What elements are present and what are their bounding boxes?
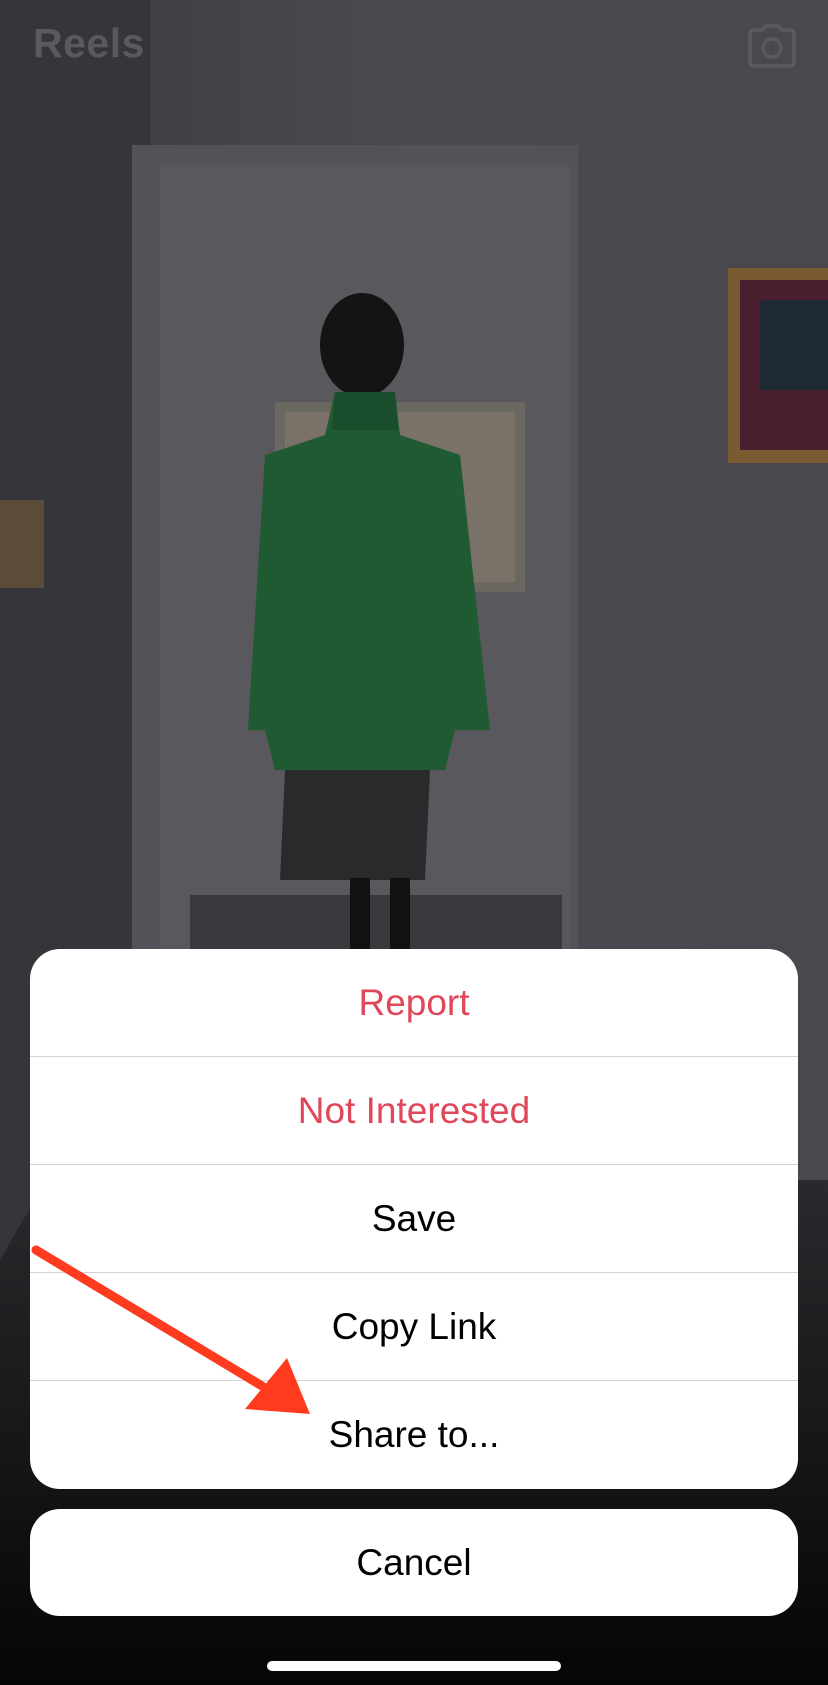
home-indicator[interactable] <box>267 1661 561 1671</box>
copy-link-button[interactable]: Copy Link <box>30 1273 798 1381</box>
page-title: Reels <box>33 20 145 66</box>
reels-screen: Reels Report Not Interested Save Copy Li… <box>0 0 828 1685</box>
reels-header: Reels <box>0 0 828 100</box>
share-to-button[interactable]: Share to... <box>30 1381 798 1489</box>
cancel-button[interactable]: Cancel <box>30 1509 798 1616</box>
save-button[interactable]: Save <box>30 1165 798 1273</box>
report-button[interactable]: Report <box>30 949 798 1057</box>
action-sheet: Report Not Interested Save Copy Link Sha… <box>30 949 798 1489</box>
not-interested-button[interactable]: Not Interested <box>30 1057 798 1165</box>
camera-icon[interactable] <box>748 24 796 68</box>
